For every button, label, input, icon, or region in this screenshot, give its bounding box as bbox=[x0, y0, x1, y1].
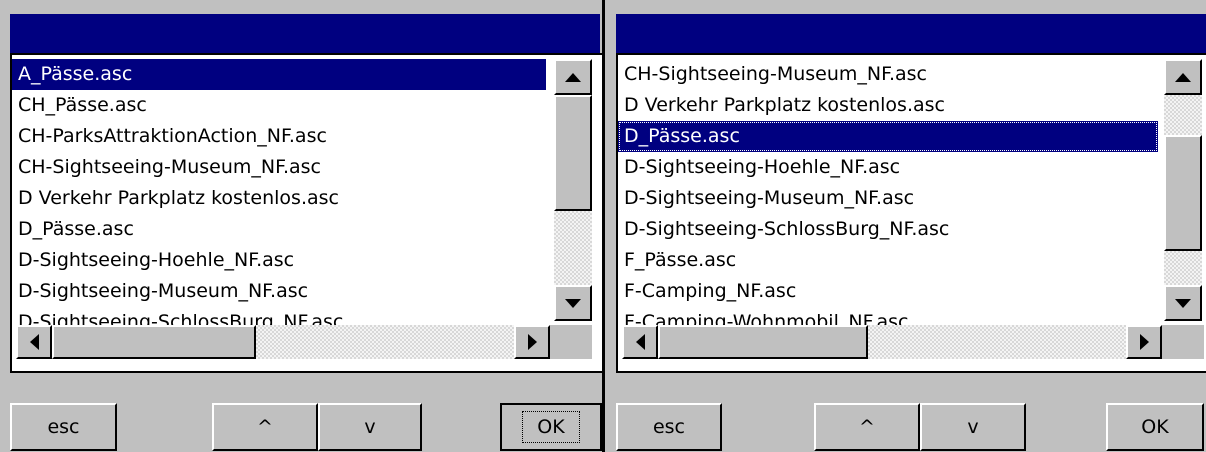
arrow-left-icon bbox=[29, 334, 39, 350]
up-button[interactable]: ^ bbox=[814, 403, 920, 451]
right-dialog: CH-Sightseeing-Museum_NF.asc D Verkehr P… bbox=[608, 0, 1206, 452]
scroll-right-button[interactable] bbox=[514, 325, 550, 359]
horizontal-scrollbar[interactable] bbox=[622, 325, 1162, 359]
list-item[interactable]: D_Pässe.asc bbox=[618, 121, 1158, 152]
scrollbar-corner bbox=[1162, 325, 1204, 359]
arrow-right-icon bbox=[527, 334, 537, 350]
esc-button[interactable]: esc bbox=[10, 403, 117, 451]
esc-button[interactable]: esc bbox=[616, 403, 722, 451]
ok-button-label: OK bbox=[522, 411, 580, 443]
scroll-right-button[interactable] bbox=[1126, 325, 1162, 359]
ok-button[interactable]: OK bbox=[1106, 403, 1204, 451]
ok-button[interactable]: OK bbox=[500, 403, 602, 451]
vertical-scrollbar[interactable] bbox=[554, 59, 592, 321]
list-item[interactable]: CH-Sightseeing-Museum_NF.asc bbox=[12, 152, 546, 183]
scroll-down-button[interactable] bbox=[554, 285, 592, 321]
file-listbox[interactable]: CH-Sightseeing-Museum_NF.asc D Verkehr P… bbox=[616, 53, 1206, 373]
down-button[interactable]: v bbox=[920, 403, 1026, 451]
list-item[interactable]: CH-ParksAttraktionAction_NF.asc bbox=[12, 121, 546, 152]
list-item[interactable]: F_Pässe.asc bbox=[618, 245, 1158, 276]
scroll-down-button[interactable] bbox=[1164, 285, 1202, 321]
arrow-left-icon bbox=[635, 334, 645, 350]
scroll-left-button[interactable] bbox=[16, 325, 52, 359]
arrow-down-icon bbox=[1175, 298, 1191, 308]
arrow-right-icon bbox=[1139, 334, 1149, 350]
list-item[interactable]: F-Camping_NF.asc bbox=[618, 276, 1158, 307]
vertical-scroll-thumb[interactable] bbox=[554, 95, 592, 211]
file-list: CH-Sightseeing-Museum_NF.asc D Verkehr P… bbox=[618, 59, 1158, 338]
file-listbox[interactable]: A_Pässe.asc CH_Pässe.asc CH-ParksAttrakt… bbox=[10, 53, 602, 373]
list-item[interactable]: D-Sightseeing-Museum_NF.asc bbox=[12, 276, 546, 307]
list-item[interactable]: CH-Sightseeing-Museum_NF.asc bbox=[618, 59, 1158, 90]
list-item[interactable]: D-Sightseeing-Museum_NF.asc bbox=[618, 183, 1158, 214]
horizontal-scroll-thumb[interactable] bbox=[658, 325, 868, 359]
vertical-scroll-thumb[interactable] bbox=[1164, 135, 1202, 251]
list-item[interactable]: D_Pässe.asc bbox=[12, 214, 546, 245]
vertical-scrollbar[interactable] bbox=[1164, 59, 1202, 321]
title-bar bbox=[10, 14, 600, 53]
list-item[interactable]: D Verkehr Parkplatz kostenlos.asc bbox=[618, 90, 1158, 121]
scroll-left-button[interactable] bbox=[622, 325, 658, 359]
horizontal-scroll-thumb[interactable] bbox=[52, 325, 256, 359]
left-dialog: A_Pässe.asc CH_Pässe.asc CH-ParksAttrakt… bbox=[0, 0, 605, 452]
scroll-up-button[interactable] bbox=[554, 59, 592, 95]
scrollbar-corner bbox=[550, 325, 592, 359]
list-item[interactable]: CH_Pässe.asc bbox=[12, 90, 546, 121]
list-item[interactable]: D-Sightseeing-Hoehle_NF.asc bbox=[618, 152, 1158, 183]
horizontal-scrollbar[interactable] bbox=[16, 325, 550, 359]
scroll-up-button[interactable] bbox=[1164, 59, 1202, 95]
list-item[interactable]: D-Sightseeing-Hoehle_NF.asc bbox=[12, 245, 546, 276]
arrow-down-icon bbox=[565, 298, 581, 308]
file-list: A_Pässe.asc CH_Pässe.asc CH-ParksAttrakt… bbox=[12, 59, 546, 338]
list-item[interactable]: D-Sightseeing-SchlossBurg_NF.asc bbox=[618, 214, 1158, 245]
up-button[interactable]: ^ bbox=[212, 403, 318, 451]
list-item[interactable]: A_Pässe.asc bbox=[12, 59, 546, 90]
arrow-up-icon bbox=[1175, 72, 1191, 82]
down-button[interactable]: v bbox=[318, 403, 422, 451]
arrow-up-icon bbox=[565, 72, 581, 82]
list-item[interactable]: D Verkehr Parkplatz kostenlos.asc bbox=[12, 183, 546, 214]
title-bar bbox=[616, 14, 1206, 53]
